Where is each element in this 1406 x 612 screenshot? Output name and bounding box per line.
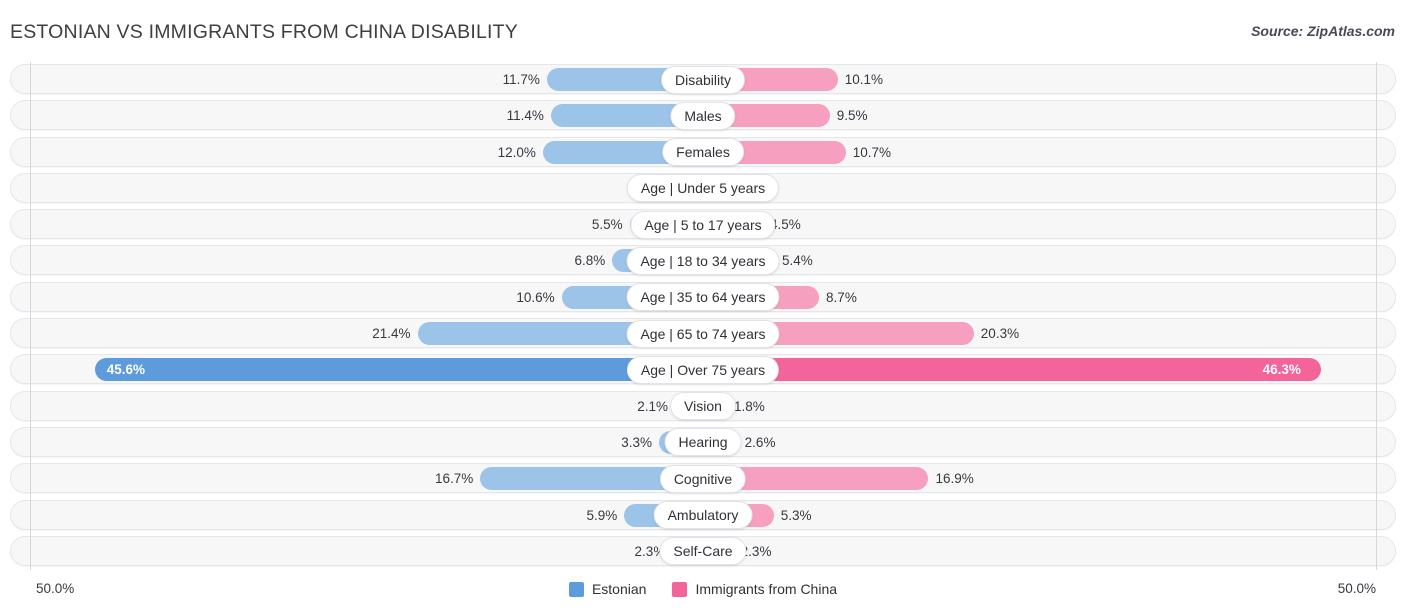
bar-immigrants-from-china <box>703 358 1321 382</box>
legend-label: Immigrants from China <box>695 581 838 597</box>
legend-item[interactable]: Estonian <box>568 581 647 597</box>
value-label-estonian: 2.1% <box>637 398 668 414</box>
category-label[interactable]: Vision <box>670 392 736 421</box>
category-label[interactable]: Ambulatory <box>653 501 753 530</box>
value-label-estonian: 21.4% <box>372 326 411 342</box>
category-label[interactable]: Age | 5 to 17 years <box>630 210 776 239</box>
chart-page: ESTONIAN VS IMMIGRANTS FROM CHINA DISABI… <box>0 0 1406 612</box>
value-label-immigrants-from-china: 5.4% <box>782 253 813 269</box>
value-label-estonian: 5.9% <box>586 507 618 523</box>
value-label-immigrants-from-china: 10.7% <box>852 144 892 160</box>
category-label[interactable]: Hearing <box>664 428 742 457</box>
legend-swatch-icon <box>672 581 688 597</box>
chart-footer: 50.0% 50.0% Estonian Immigrants from Chin… <box>0 572 1406 612</box>
value-label-estonian: 16.7% <box>434 471 474 487</box>
chart-row: 1.5%0.96%Age | Under 5 years <box>0 171 1406 207</box>
chart-row: 45.6% 46.3% Age | Over 75 years <box>0 352 1406 388</box>
category-label[interactable]: Disability <box>660 65 746 94</box>
value-label-estonian: 12.0% <box>497 144 536 160</box>
bar-estonian <box>94 358 703 382</box>
category-label[interactable]: Cognitive <box>659 464 747 493</box>
value-label-immigrants-from-china: 2.6% <box>744 434 776 450</box>
axis-line-right <box>1376 62 1377 570</box>
value-label-immigrants-from-china: 1.8% <box>734 398 765 414</box>
chart-row: 2.3% 2.3% Self-Care <box>0 534 1406 570</box>
category-label[interactable]: Age | 18 to 34 years <box>626 246 780 275</box>
legend-swatch-icon <box>568 581 584 597</box>
legend-label: Estonian <box>591 581 647 597</box>
value-label-immigrants-from-china: 9.5% <box>836 108 868 124</box>
chart-row: 21.4% 20.3% Age | 65 to 74 years <box>0 316 1406 352</box>
chart-plot-area: 11.7% 10.1% Disability 11.4% 9.5% Males 12.0% 1… <box>0 62 1406 572</box>
category-label[interactable]: Age | 65 to 74 years <box>626 319 780 348</box>
chart-header: ESTONIAN VS IMMIGRANTS FROM CHINA DISABI… <box>0 0 1406 62</box>
category-label[interactable]: Males <box>670 101 736 130</box>
legend-item[interactable]: Immigrants from China <box>672 581 837 597</box>
value-label-estonian: 3.3% <box>621 434 652 450</box>
category-label[interactable]: Age | 35 to 64 years <box>626 283 780 312</box>
category-label[interactable]: Females <box>662 138 744 167</box>
chart-row: 12.0% 10.7% Females <box>0 135 1406 171</box>
value-label-estonian: 10.6% <box>516 289 555 305</box>
value-label-estonian: 11.4% <box>506 108 544 124</box>
value-label-immigrants-from-china: 8.7% <box>826 289 857 305</box>
chart-row: 10.6% 8.7% Age | 35 to 64 years <box>0 280 1406 316</box>
value-label-immigrants-from-china: 5.3% <box>780 507 812 523</box>
chart-row: 11.4% 9.5% Males <box>0 98 1406 134</box>
chart-row: 2.1% 1.8% Vision <box>0 389 1406 425</box>
chart-row: 3.3% 2.6% Hearing <box>0 425 1406 461</box>
axis-line-left <box>30 62 31 570</box>
value-label-estonian: 5.5% <box>591 217 623 233</box>
category-label[interactable]: Age | Over 75 years <box>626 355 780 384</box>
chart-row: 16.7% 16.9% Cognitive <box>0 461 1406 497</box>
chart-legend: Estonian Immigrants from China <box>0 581 1406 597</box>
page-title: ESTONIAN VS IMMIGRANTS FROM CHINA DISABI… <box>10 21 518 43</box>
chart-row: 5.9% 5.3% Ambulatory <box>0 498 1406 534</box>
chart-row: 11.7% 10.1% Disability <box>0 62 1406 98</box>
category-label[interactable]: Age | Under 5 years <box>626 174 780 203</box>
chart-row: 5.5% 4.5% Age | 5 to 17 years <box>0 207 1406 243</box>
value-label-immigrants-from-china: 16.9% <box>935 471 974 487</box>
value-label-immigrants-from-china: 46.3% <box>1262 362 1301 378</box>
chart-row: 6.8% 5.4% Age | 18 to 34 years <box>0 243 1406 279</box>
value-label-estonian: 6.8% <box>574 253 606 269</box>
category-label[interactable]: Self-Care <box>659 537 747 566</box>
value-label-estonian: 45.6% <box>106 362 145 378</box>
value-label-estonian: 11.7% <box>502 72 540 87</box>
chart-rows: 11.7% 10.1% Disability 11.4% 9.5% Males 12.0% 1… <box>0 62 1406 570</box>
source-attribution: Source: ZipAtlas.com <box>1251 23 1395 39</box>
value-label-immigrants-from-china: 10.1% <box>844 72 883 87</box>
value-label-immigrants-from-china: 20.3% <box>980 326 1020 342</box>
